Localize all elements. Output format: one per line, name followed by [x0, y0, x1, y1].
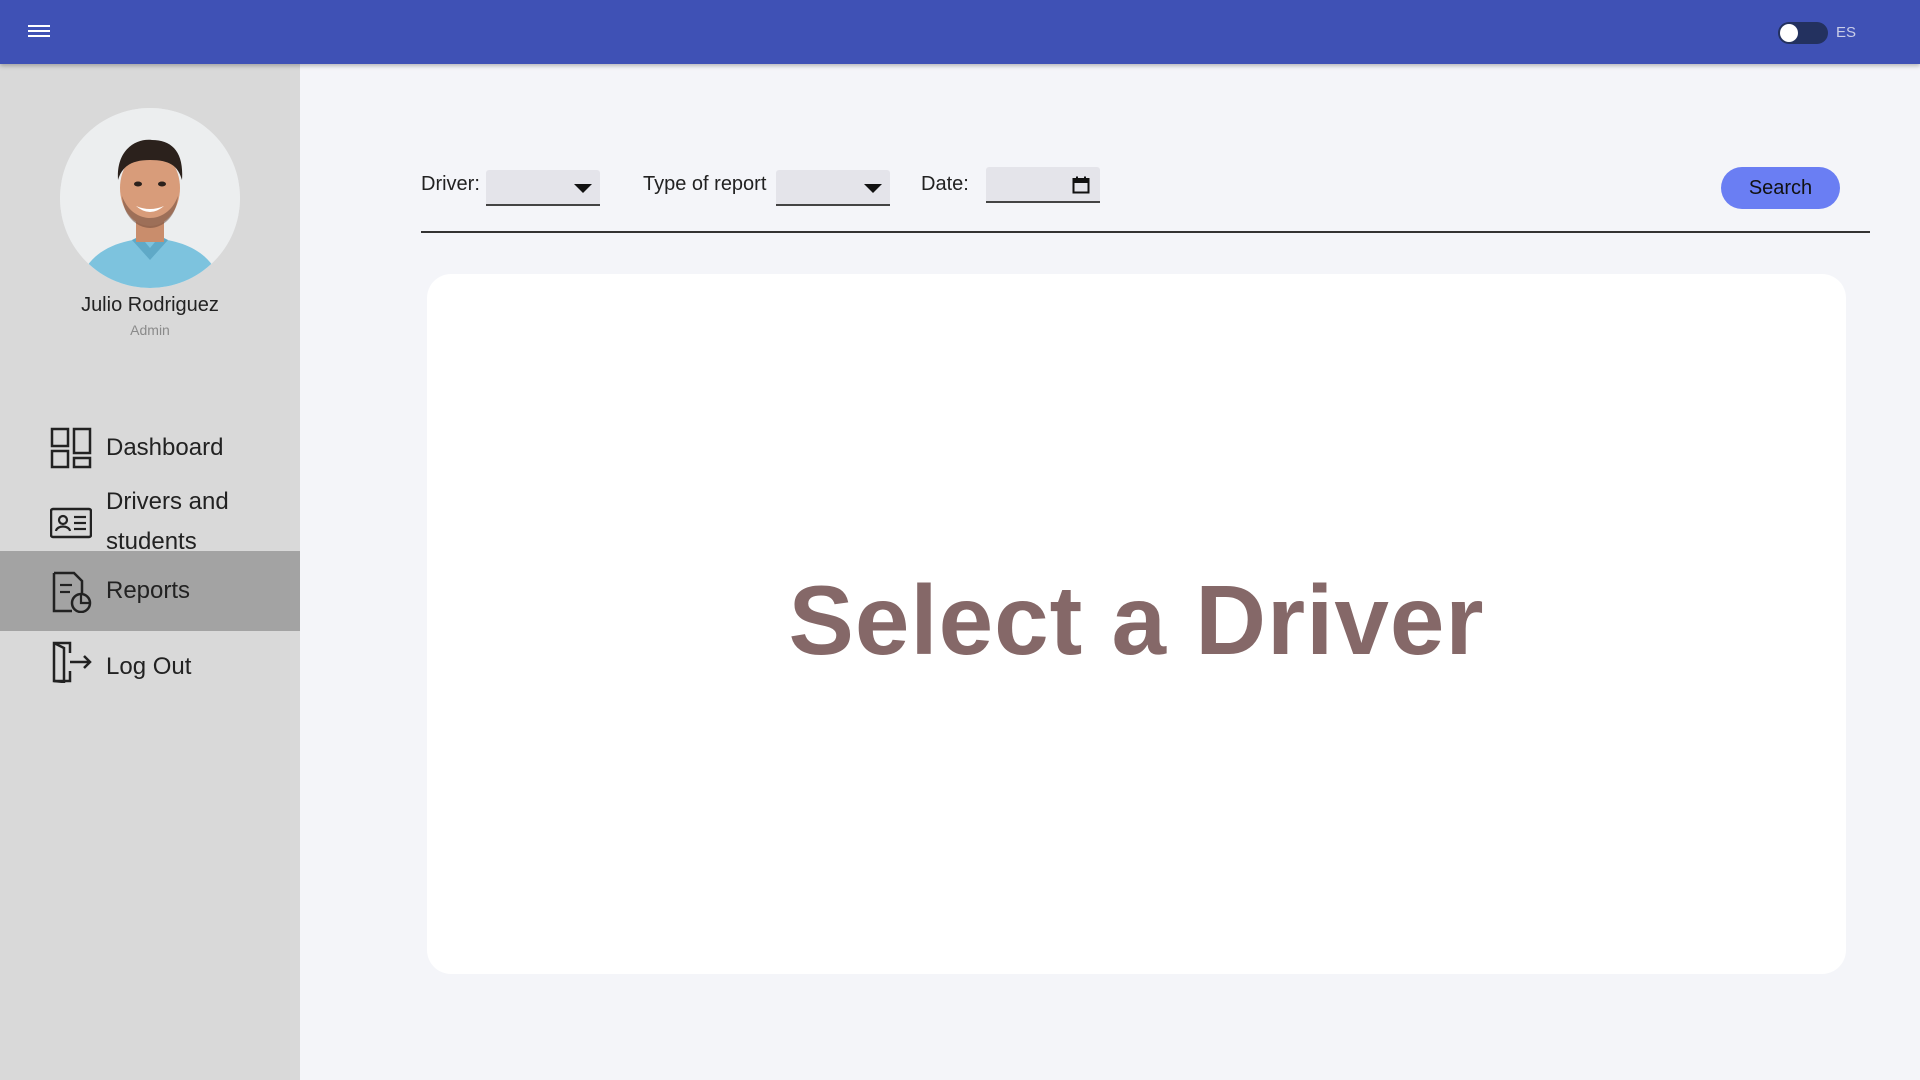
filter-divider [421, 231, 1870, 233]
sidebar-item-reports[interactable]: Reports [0, 551, 300, 631]
top-app-bar: ES [0, 0, 1920, 64]
user-role: Admin [130, 322, 170, 338]
sidebar-item-label: Reports [106, 577, 191, 604]
sidebar-item-dashboard[interactable]: Dashboard [0, 416, 300, 480]
empty-state-message: Select a Driver [788, 565, 1485, 675]
avatar [60, 108, 240, 288]
dashboard-icon [50, 427, 92, 469]
driver-select[interactable] [486, 170, 600, 206]
sidebar-item-label: Drivers and students [106, 488, 229, 555]
search-button[interactable]: Search [1721, 167, 1840, 209]
id-card-icon [50, 507, 92, 539]
report-content-card: Select a Driver [427, 274, 1846, 974]
calendar-icon[interactable] [1072, 176, 1090, 194]
chevron-down-icon [864, 184, 882, 193]
report-type-select[interactable] [776, 170, 890, 206]
report-type-label: Type of report [643, 173, 767, 195]
user-name: Julio Rodriguez [81, 294, 219, 316]
language-label: ES [1836, 24, 1857, 41]
chevron-down-icon [574, 184, 592, 193]
sidebar: Julio Rodriguez Admin Dashboard Drivers … [0, 64, 300, 1080]
sidebar-item-label: Log Out [106, 653, 192, 680]
sidebar-item-label: Dashboard [106, 434, 224, 461]
driver-label: Driver: [421, 173, 480, 195]
toggle-knob [1780, 24, 1798, 42]
language-toggle[interactable] [1778, 22, 1828, 44]
date-label: Date: [921, 173, 969, 195]
date-input[interactable] [986, 167, 1100, 203]
hamburger-menu-icon[interactable] [28, 22, 50, 42]
avatar-photo [60, 108, 240, 288]
sidebar-item-log-out[interactable]: Log Out [0, 631, 300, 703]
logout-icon [52, 641, 92, 683]
report-icon [52, 571, 92, 613]
